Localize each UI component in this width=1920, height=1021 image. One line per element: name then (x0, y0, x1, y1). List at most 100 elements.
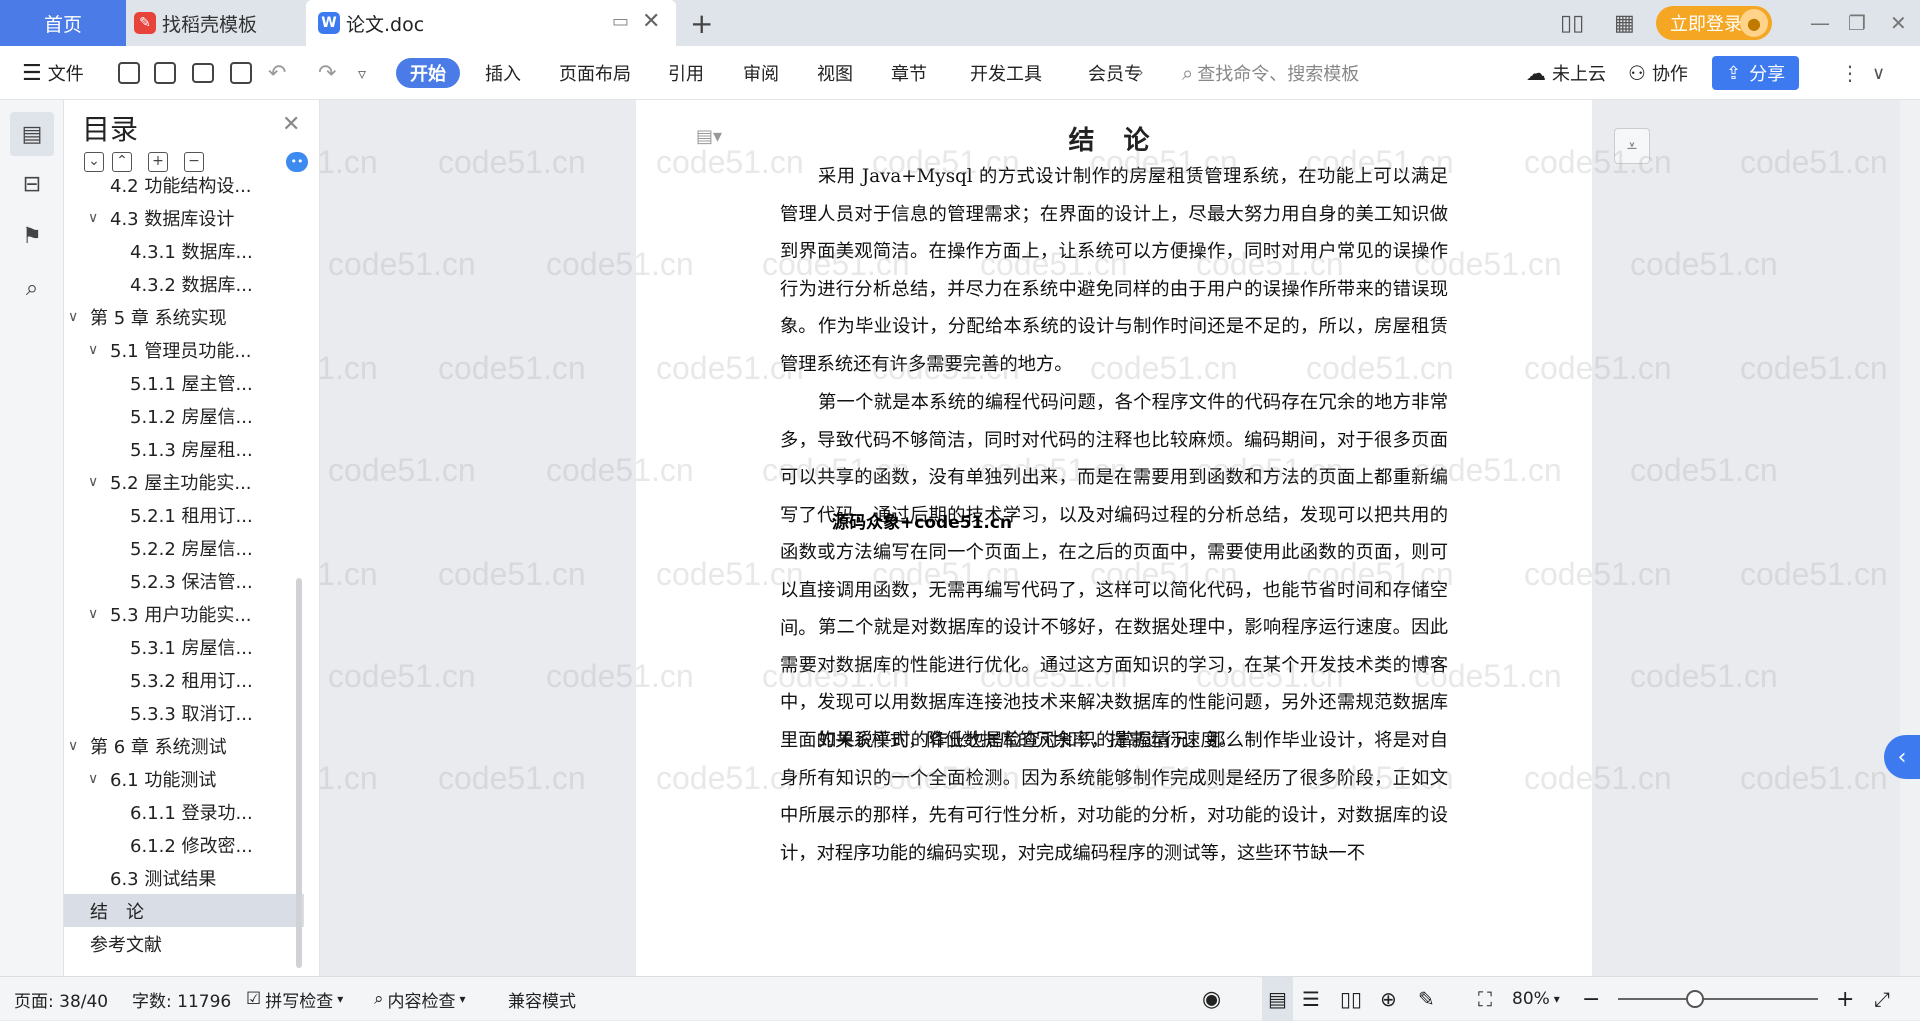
print-icon[interactable] (192, 46, 214, 100)
page-view-icon[interactable]: ▤ (1262, 977, 1293, 1021)
toc-item-label: 6.3 测试结果 (110, 868, 217, 890)
toc-item[interactable]: ∨ 5.3 用户功能实... (64, 597, 304, 630)
tab-page-layout[interactable]: 页面布局 (559, 46, 631, 100)
content-check[interactable]: ⌕ 内容检查 ▾ (374, 977, 466, 1021)
toc-item[interactable]: 5.2.1 租用订... (64, 498, 304, 531)
export-icon[interactable] (154, 46, 176, 100)
reading-view-icon[interactable]: ▯▯ (1340, 977, 1362, 1021)
chevron-down-icon[interactable]: ∨ (88, 210, 110, 226)
toc-item[interactable]: ∨ 第 6 章 系统测试 (64, 729, 304, 762)
zoom-level-label: 80% (1512, 989, 1550, 1009)
toc-item[interactable]: 参考文献 (64, 927, 304, 960)
status-bar: 页面: 38/40 字数: 11796 ☑ 拼写检查 ▾ ⌕ 内容检查 ▾ 兼容… (0, 976, 1920, 1021)
collapse-ribbon-icon[interactable]: ∨ (1872, 46, 1885, 100)
web-view-icon[interactable]: ⊕ (1380, 977, 1397, 1021)
close-tab-icon[interactable]: ✕ (642, 9, 660, 34)
zoom-slider[interactable] (1618, 998, 1818, 1000)
toc-item[interactable]: 5.3.3 取消订... (64, 696, 304, 729)
page-indicator[interactable]: 页面: 38/40 (14, 977, 108, 1021)
layout-toggle-icon[interactable]: ▯▯ (1560, 0, 1584, 46)
new-tab-button[interactable]: + (690, 0, 713, 46)
toc-item[interactable]: ∨ 第 5 章 系统实现 (64, 300, 304, 333)
toc-item[interactable]: 5.1.2 房屋信... (64, 399, 304, 432)
vertical-scrollbar[interactable] (1900, 100, 1920, 976)
toc-scrollbar[interactable] (296, 578, 302, 968)
more-tabs-icon[interactable]: › (1138, 46, 1144, 100)
save-icon[interactable] (118, 46, 140, 100)
login-button[interactable]: 立即登录 ● (1656, 6, 1772, 40)
toc-item[interactable]: 6.3 测试结果 (64, 861, 304, 894)
fullscreen-icon[interactable]: ⤢ (1874, 977, 1890, 1021)
toc-item[interactable]: 5.1.3 房屋租... (64, 432, 304, 465)
toc-item[interactable]: 4.3.2 数据库... (64, 267, 304, 300)
zoom-out-icon[interactable]: − (1582, 977, 1600, 1021)
toc-item[interactable]: 结 论 (64, 894, 304, 927)
toc-item[interactable]: 5.3.2 租用订... (64, 663, 304, 696)
chevron-down-icon[interactable]: ∨ (88, 771, 110, 787)
toc-item[interactable]: 6.1.2 修改密... (64, 828, 304, 861)
chevron-down-icon[interactable]: ∨ (88, 606, 110, 622)
minimize-icon[interactable]: — (1810, 0, 1830, 46)
tab-document[interactable]: W 论文.doc ▭ ✕ (306, 0, 676, 46)
file-menu[interactable]: ☰ 文件 (22, 46, 84, 100)
chevron-down-icon[interactable]: ∨ (68, 309, 90, 325)
toc-item[interactable]: ∨ 5.2 屋主功能实... (64, 465, 304, 498)
zoom-in-icon[interactable]: + (1836, 977, 1854, 1021)
collab-button[interactable]: ⚇ 协作 (1628, 46, 1688, 100)
chevron-down-icon[interactable]: ∨ (88, 342, 110, 358)
watermark-text: code51.cn (320, 350, 378, 386)
chevron-down-icon[interactable]: ∨ (68, 738, 90, 754)
more-quick-icon[interactable]: ▿ (358, 46, 366, 100)
redo-icon[interactable]: ↷ (318, 46, 336, 100)
zoom-level[interactable]: 80% ▾ (1512, 977, 1560, 1021)
tab-insert[interactable]: 插入 (485, 46, 521, 100)
command-search[interactable]: ⌕ 查找命令、搜索模板 (1182, 46, 1359, 100)
side-expand-icon[interactable]: ‹ (1884, 735, 1920, 779)
toc-item[interactable]: ∨ 5.1 管理员功能... (64, 333, 304, 366)
close-window-icon[interactable]: ✕ (1890, 0, 1907, 46)
toc-panel: 目录 ✕ ⌄ ⌃ + − •• 4.2 功能结构设... ∨ 4.3 数据库设计 4.… (64, 100, 320, 976)
restore-icon[interactable]: ❐ (1848, 0, 1866, 46)
toc-item[interactable]: 5.2.3 保洁管... (64, 564, 304, 597)
tab-home-label: 首页 (43, 13, 82, 36)
tab-home[interactable]: 首页 (0, 0, 126, 46)
chevron-down-icon[interactable]: ∨ (88, 474, 110, 490)
tab-start[interactable]: 开始 (396, 58, 460, 88)
print-preview-icon[interactable] (230, 46, 252, 100)
spell-check[interactable]: ☑ 拼写检查 ▾ (246, 977, 343, 1021)
toc-item[interactable]: 4.3.1 数据库... (64, 234, 304, 267)
tab-member[interactable]: 会员专 (1088, 46, 1142, 100)
window-tile-icon[interactable]: ▭ (612, 11, 629, 32)
toc-item[interactable]: ∨ 4.3 数据库设计 (64, 201, 304, 234)
more-options-icon[interactable]: ⋮ (1840, 46, 1860, 100)
toc-item[interactable]: 5.1.1 屋主管... (64, 366, 304, 399)
tab-devtools[interactable]: 开发工具 (970, 46, 1042, 100)
toc-item[interactable]: ∨ 6.1 功能测试 (64, 762, 304, 795)
tab-docer[interactable]: ✎ 找稻壳模板 (126, 0, 302, 46)
share-button[interactable]: ⇪ 分享 (1712, 56, 1800, 90)
undo-icon[interactable]: ↶ (268, 46, 286, 100)
outline-view-icon[interactable]: ☰ (1302, 977, 1320, 1021)
toc-item[interactable]: 5.2.2 房屋信... (64, 531, 304, 564)
tab-review[interactable]: 审阅 (743, 46, 779, 100)
bookmark-icon[interactable]: ⚑ (16, 220, 48, 252)
watermark-text: code51.cn (438, 144, 586, 180)
toc-item[interactable]: 5.3.1 房屋信... (64, 630, 304, 663)
zoom-slider-handle[interactable] (1686, 990, 1704, 1008)
close-icon[interactable]: ✕ (282, 112, 300, 137)
side-filter-icon[interactable]: ⩡ (1614, 128, 1650, 164)
word-count[interactable]: 字数: 11796 (132, 977, 231, 1021)
toc-item[interactable]: 4.2 功能结构设... (64, 168, 304, 201)
eye-protection-icon[interactable]: ◉ (1202, 977, 1221, 1021)
cloud-status[interactable]: ☁ 未上云 (1526, 46, 1606, 100)
pen-icon[interactable]: ✎ (1418, 977, 1435, 1021)
fit-page-icon[interactable]: ⛶ (1478, 977, 1492, 1021)
toc-item[interactable]: 6.1.1 登录功... (64, 795, 304, 828)
grid-apps-icon[interactable]: ▦ (1614, 0, 1635, 46)
tab-reference[interactable]: 引用 (668, 46, 704, 100)
outline-icon[interactable]: ⊟ (16, 168, 48, 200)
tab-chapter[interactable]: 章节 (891, 46, 927, 100)
toc-panel-icon[interactable]: ▤ (10, 112, 54, 156)
find-icon[interactable]: ⌕ (16, 272, 48, 304)
tab-view[interactable]: 视图 (817, 46, 853, 100)
